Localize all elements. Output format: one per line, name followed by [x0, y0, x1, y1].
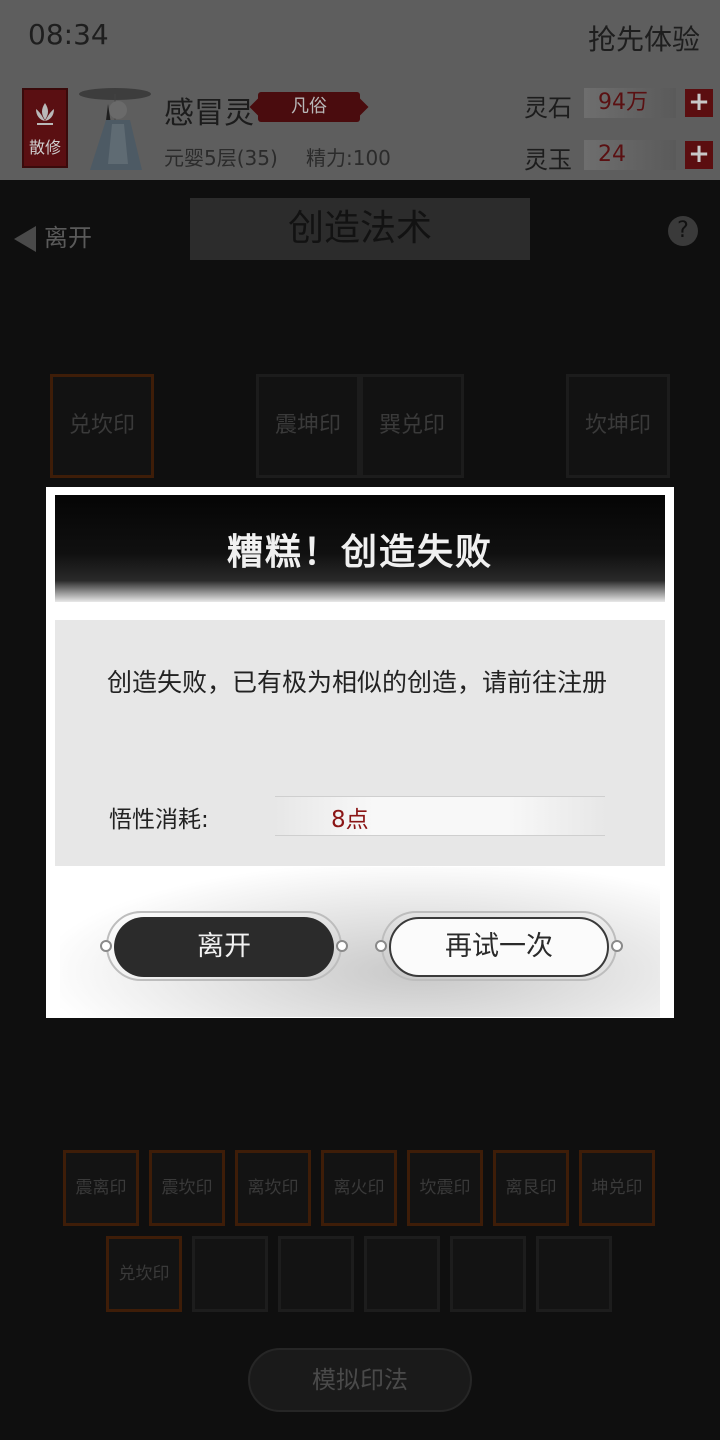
screen-title: 创造法术: [190, 198, 530, 260]
energy-stat: 精力:100: [306, 146, 391, 170]
empty-seal-slot[interactable]: [192, 1236, 268, 1312]
add-spirit-jade-button[interactable]: +: [685, 141, 713, 169]
status-bar: 08:34 抢先体验: [0, 0, 720, 78]
player-name: 感冒灵: [164, 96, 254, 131]
seal-slot[interactable]: 震坤印: [256, 374, 360, 478]
spirit-jade-label: 灵玉: [524, 146, 572, 174]
avatar[interactable]: [78, 84, 152, 176]
seal-card[interactable]: 离火印: [321, 1150, 397, 1226]
failure-message: 创造失败，已有极为相似的创造，请前往注册: [107, 668, 608, 697]
add-spirit-stone-button[interactable]: +: [685, 89, 713, 117]
seal-slot[interactable]: 兑坎印: [50, 374, 154, 478]
dialog-title: 糟糕！创造失败: [226, 532, 493, 573]
lotus-icon: [36, 103, 54, 125]
cultivation-level: 元婴5层(35): [164, 146, 278, 170]
frame-dot-icon: [375, 940, 387, 952]
seal-card[interactable]: 离坎印: [235, 1150, 311, 1226]
dialog-body: 创造失败，已有极为相似的创造，请前往注册 悟性消耗: 8点: [55, 620, 665, 866]
frame-dot-icon: [100, 940, 112, 952]
spirit-stone-value: 94万: [584, 88, 676, 118]
back-arrow-icon: [14, 226, 36, 252]
back-label: 离开: [44, 224, 92, 252]
early-access-label[interactable]: 抢先体验: [588, 18, 700, 58]
frame-dot-icon: [336, 940, 348, 952]
seal-card[interactable]: 坎震印: [407, 1150, 483, 1226]
empty-seal-slot[interactable]: [364, 1236, 440, 1312]
seal-slot[interactable]: 坎坤印: [566, 374, 670, 478]
help-icon[interactable]: ?: [668, 216, 698, 246]
frame-dot-icon: [611, 940, 623, 952]
empty-seal-slot[interactable]: [536, 1236, 612, 1312]
empty-seal-slot[interactable]: [450, 1236, 526, 1312]
spirit-stone-label: 灵石: [524, 94, 572, 122]
empty-seal-slot[interactable]: [278, 1236, 354, 1312]
realm-badge: 凡俗: [258, 92, 360, 122]
screen: 08:34 抢先体验 散修 感冒灵 凡俗 元婴5层(35) 精力:100 灵石 …: [0, 0, 720, 1440]
dialog-header: 糟糕！创造失败: [55, 495, 665, 602]
sect-badge-label: 散修: [28, 138, 61, 157]
seal-card[interactable]: 震坎印: [149, 1150, 225, 1226]
seal-card[interactable]: 震离印: [63, 1150, 139, 1226]
status-time: 08:34: [28, 18, 109, 51]
sect-badge[interactable]: 散修: [22, 88, 68, 168]
insight-cost-value: 8点: [331, 807, 369, 833]
seal-slot[interactable]: 巽兑印: [360, 374, 464, 478]
seal-card[interactable]: 离艮印: [493, 1150, 569, 1226]
insight-cost-label: 悟性消耗:: [109, 807, 209, 833]
player-profile-bar: 散修 感冒灵 凡俗 元婴5层(35) 精力:100 灵石 94万 + 灵玉 24…: [0, 78, 720, 180]
back-button[interactable]: 离开: [14, 218, 92, 253]
creation-failed-dialog: 糟糕！创造失败 创造失败，已有极为相似的创造，请前往注册 悟性消耗: 8点 离开…: [46, 487, 674, 1018]
leave-button[interactable]: 离开: [114, 917, 334, 977]
cost-value-bar: [275, 796, 605, 836]
seal-card[interactable]: 兑坎印: [106, 1236, 182, 1312]
simulate-seal-button[interactable]: 模拟印法: [248, 1348, 472, 1412]
spirit-jade-value: 24: [584, 140, 676, 170]
retry-button[interactable]: 再试一次: [389, 917, 609, 977]
seal-card[interactable]: 坤兑印: [579, 1150, 655, 1226]
